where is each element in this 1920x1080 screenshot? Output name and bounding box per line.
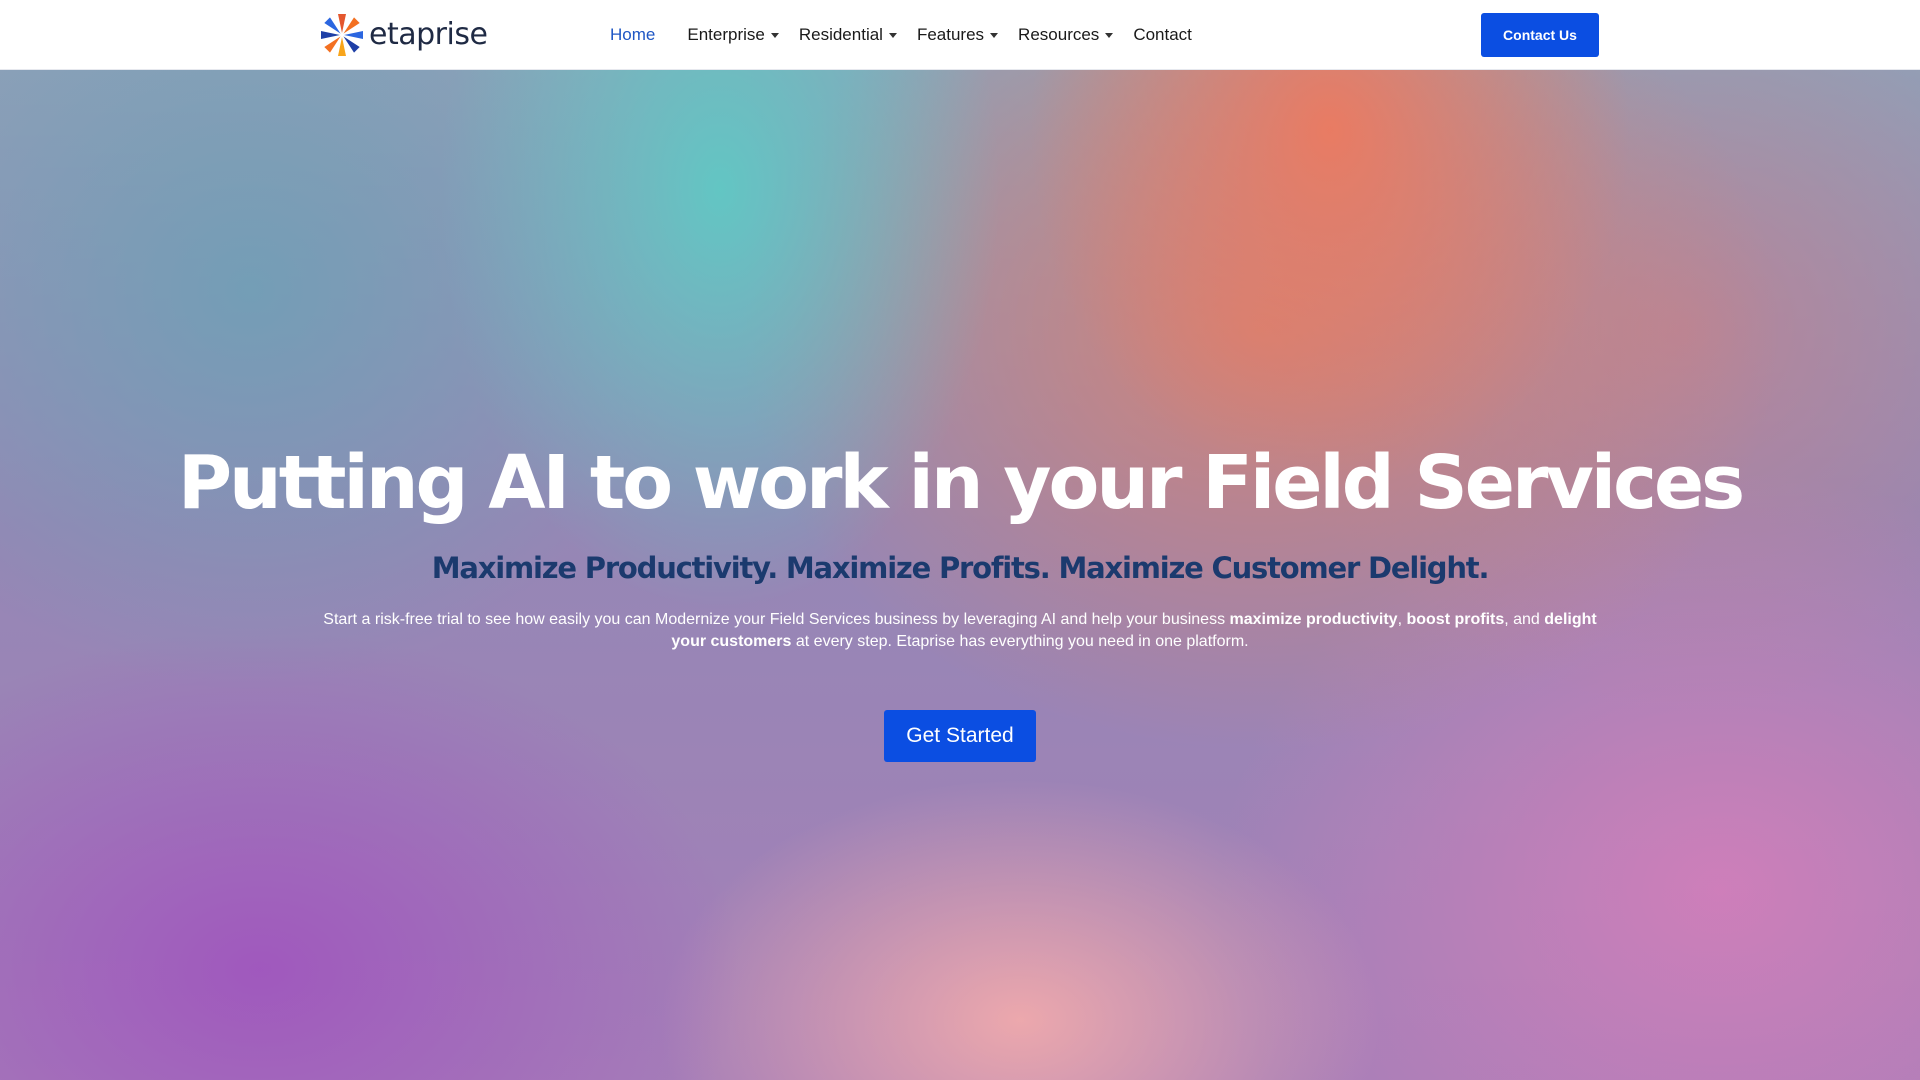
caret-down-icon xyxy=(888,32,897,38)
nav-item-label: Home xyxy=(610,25,656,44)
nav-item-label: Enterprise xyxy=(687,25,765,44)
nav-item-label: Residential xyxy=(798,25,883,44)
hero-description-separator: , and xyxy=(1504,611,1545,628)
nav-item-contact[interactable]: Contact xyxy=(1133,25,1192,45)
hero-highlight-profits: boost profits xyxy=(1406,611,1505,628)
get-started-button[interactable]: Get Started xyxy=(884,710,1036,762)
site-header: etaprise Home Enterprise Residential Fea… xyxy=(0,0,1920,70)
hero-description: Start a risk-free trial to see how easil… xyxy=(315,609,1605,653)
nav-item-resources[interactable]: Resources xyxy=(1018,25,1114,45)
brand-name: etaprise xyxy=(369,17,488,52)
nav-item-home[interactable]: Home xyxy=(610,25,655,45)
nav-item-label: Features xyxy=(916,25,985,44)
contact-us-button[interactable]: Contact Us xyxy=(1481,13,1599,57)
nav-item-label: Contact xyxy=(1133,25,1192,44)
hero-description-outro: at every step. Etaprise has everything y… xyxy=(791,633,1249,650)
pinwheel-logo-icon xyxy=(321,14,363,56)
nav-item-enterprise[interactable]: Enterprise xyxy=(687,25,779,45)
nav-item-features[interactable]: Features xyxy=(916,25,999,45)
hero-highlight-productivity: maximize productivity xyxy=(1229,611,1398,628)
hero-title: Putting AI to work in your Field Service… xyxy=(177,440,1745,526)
main-nav: Home Enterprise Residential Features Res… xyxy=(610,0,1222,70)
caret-down-icon xyxy=(770,32,779,38)
hero-subtitle: Maximize Productivity. Maximize Profits.… xyxy=(431,551,1490,585)
hero-section: Putting AI to work in your Field Service… xyxy=(0,70,1920,1080)
nav-item-label: Resources xyxy=(1018,25,1100,44)
caret-down-icon xyxy=(1105,32,1114,38)
nav-item-residential[interactable]: Residential xyxy=(799,25,897,45)
hero-description-intro: Start a risk-free trial to see how easil… xyxy=(323,611,1230,628)
brand-logo-link[interactable]: etaprise xyxy=(319,12,488,58)
caret-down-icon xyxy=(990,32,999,38)
